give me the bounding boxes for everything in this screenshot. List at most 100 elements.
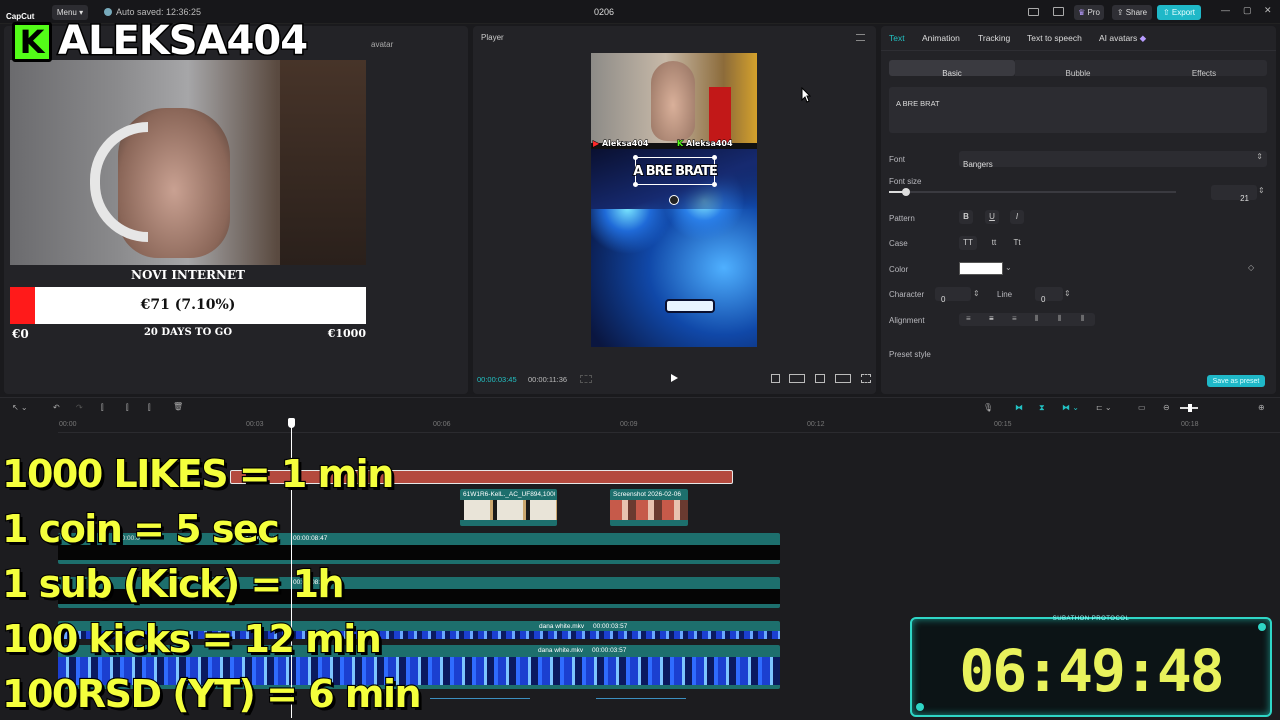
caption-handle-bl[interactable] [633, 182, 638, 187]
case-upper-button[interactable]: TT [959, 236, 977, 250]
preview-tag-left-text: Aleksa404 [601, 139, 649, 149]
tab-tracking[interactable]: Tracking [978, 33, 1010, 43]
line-stepper-icon[interactable]: ⇕ [1064, 289, 1071, 298]
crown-icon: ♛ [1078, 8, 1086, 17]
share-button[interactable]: ⇪ Share [1112, 5, 1152, 20]
save-preset-button[interactable]: Save as preset [1207, 375, 1265, 387]
line-input[interactable]: 0 [1035, 287, 1063, 304]
case-title-label: Tt [1013, 238, 1021, 247]
headset-icon [90, 122, 148, 242]
snap-icon[interactable]: ⧗ [1039, 403, 1045, 413]
playhead-handle[interactable] [288, 418, 295, 428]
keyframe-icon[interactable]: ◇ [1248, 263, 1254, 272]
pattern-label: Pattern [889, 214, 915, 223]
character-input[interactable]: 0 [935, 287, 971, 304]
zoom-out-icon[interactable]: ⊖ [1163, 403, 1170, 412]
subtab-effects-label: Effects [1191, 69, 1217, 78]
font-size-stepper-icon[interactable]: ⇕ [1258, 186, 1265, 195]
align-center-icon[interactable]: ≡ [989, 314, 994, 323]
tab-ai-avatars-label: AI avatars [1099, 33, 1138, 43]
case-title-button[interactable]: Tt [1009, 238, 1025, 247]
diamond-icon: ◆ [1139, 33, 1147, 43]
zoom-slider[interactable] [1180, 404, 1198, 412]
rotate-handle-icon[interactable] [669, 195, 679, 205]
italic-label: I [1015, 212, 1019, 221]
delete-icon[interactable]: 🗑 [173, 402, 183, 411]
color-swatch[interactable] [959, 262, 1003, 275]
dana-clip-2-name: dana white.mkv [538, 647, 584, 654]
play-icon[interactable] [670, 373, 679, 383]
align-vertical-bottom-icon[interactable]: ⫴ [1081, 314, 1084, 324]
underline-button[interactable]: U [985, 210, 999, 224]
export-button[interactable]: ⇧ Export [1157, 5, 1201, 20]
layout-icon[interactable] [1028, 8, 1039, 16]
align-vertical-top-icon[interactable]: ⫴ [1035, 314, 1038, 324]
line-label: Line [997, 290, 1013, 299]
avatar-tab[interactable]: avatar [371, 40, 393, 49]
crop-icon[interactable] [771, 374, 780, 383]
avatar-tab-label: avatar [371, 40, 394, 49]
zoom-slider-knob[interactable] [1188, 404, 1192, 412]
redo-icon[interactable]: ↷ [76, 403, 83, 412]
tab-ai-avatars[interactable]: AI avatars ◆ [1099, 33, 1146, 44]
link-main-icon[interactable]: ⧓ [1015, 403, 1023, 412]
caption-handle-tl[interactable] [633, 155, 638, 160]
character-stepper-icon[interactable]: ⇕ [973, 289, 980, 298]
tab-animation[interactable]: Animation [922, 33, 960, 43]
ruler-1: 00:03 [246, 421, 264, 428]
font-select-arrows-icon: ⇕ [1256, 152, 1263, 161]
split-icon[interactable]: ⫿ [101, 403, 104, 413]
image-clip-2[interactable]: Screenshot 2026-02-06 [610, 489, 688, 526]
link-icon[interactable]: ⧓ ⌄ [1062, 403, 1079, 412]
align-right-icon[interactable]: ≡ [1012, 314, 1017, 323]
image-clip-1[interactable]: 61W1R6-KelL._AC_UF894,1000 [460, 489, 557, 526]
ratio-icon[interactable] [789, 374, 805, 383]
preview-canvas[interactable]: ▶ Aleksa404 K Aleksa404 A BRE BRATE [591, 53, 757, 347]
tab-text-to-speech[interactable]: Text to speech [1027, 33, 1082, 43]
split-right-icon[interactable]: ⫿ [148, 403, 151, 413]
app-name: CapCut [6, 12, 35, 21]
zoom-fit-timeline-icon[interactable]: ⊕ [1258, 403, 1265, 412]
case-lower-button[interactable]: tt [987, 238, 1001, 247]
italic-button[interactable]: I [1010, 210, 1024, 224]
image-clip-2-thumbs [610, 500, 688, 520]
color-dropdown-icon[interactable]: ⌄ [1005, 263, 1012, 272]
microphone-icon[interactable]: 🎙 [983, 403, 993, 412]
align-vertical-center-icon[interactable]: ⫴ [1058, 314, 1061, 324]
minimize-icon[interactable]: — [1221, 5, 1230, 15]
caption-box[interactable]: A BRE BRATE [632, 155, 719, 187]
audio-track-line-2 [596, 698, 686, 699]
tab-text[interactable]: Text [889, 33, 905, 43]
fullscreen-icon[interactable] [861, 374, 871, 383]
text-content-field[interactable]: A BRE BRAT [889, 87, 1267, 133]
bold-button[interactable]: B [959, 210, 973, 224]
font-select[interactable]: Bangers ⇕ [959, 151, 1267, 169]
font-size-slider-knob[interactable] [902, 188, 911, 196]
font-size-slider[interactable] [889, 188, 1176, 196]
aspect-icon[interactable] [835, 374, 851, 383]
caption-handle-br[interactable] [712, 182, 717, 187]
select-tool-icon[interactable]: ↖ ⌄ [12, 403, 28, 412]
timecode-grid-icon[interactable] [580, 375, 592, 383]
font-size-input[interactable]: 21 [1211, 185, 1257, 203]
project-title[interactable]: 0206 [594, 7, 614, 17]
pro-button[interactable]: ♛ Pro [1074, 5, 1104, 20]
cloud-icon [104, 8, 112, 16]
align-left-icon[interactable]: ≡ [966, 314, 971, 323]
subtab-bubble[interactable]: Bubble [1015, 60, 1141, 78]
undo-icon[interactable]: ↶ [53, 403, 60, 412]
subtab-effects[interactable]: Effects [1141, 60, 1267, 78]
ruler-6: 00:18 [1181, 421, 1199, 428]
shortcuts-icon[interactable] [1053, 7, 1064, 16]
maximize-icon[interactable]: ▢ [1243, 5, 1252, 16]
preview-axis-icon[interactable]: ⊏ ⌄ [1096, 403, 1112, 412]
overlay-line-4: 100 kicks = 12 min [1, 617, 383, 661]
subtab-basic[interactable]: Basic [889, 60, 1015, 78]
captions-icon[interactable]: ▭ [1138, 403, 1146, 412]
split-left-icon[interactable]: ⫿ [126, 403, 129, 413]
dana-clip-1-duration: 00:00:03:57 [593, 623, 628, 630]
close-icon[interactable]: ✕ [1264, 5, 1272, 16]
zoom-fit-icon[interactable] [815, 374, 825, 383]
player-menu-icon[interactable] [856, 34, 865, 41]
caption-handle-tr[interactable] [712, 155, 717, 160]
